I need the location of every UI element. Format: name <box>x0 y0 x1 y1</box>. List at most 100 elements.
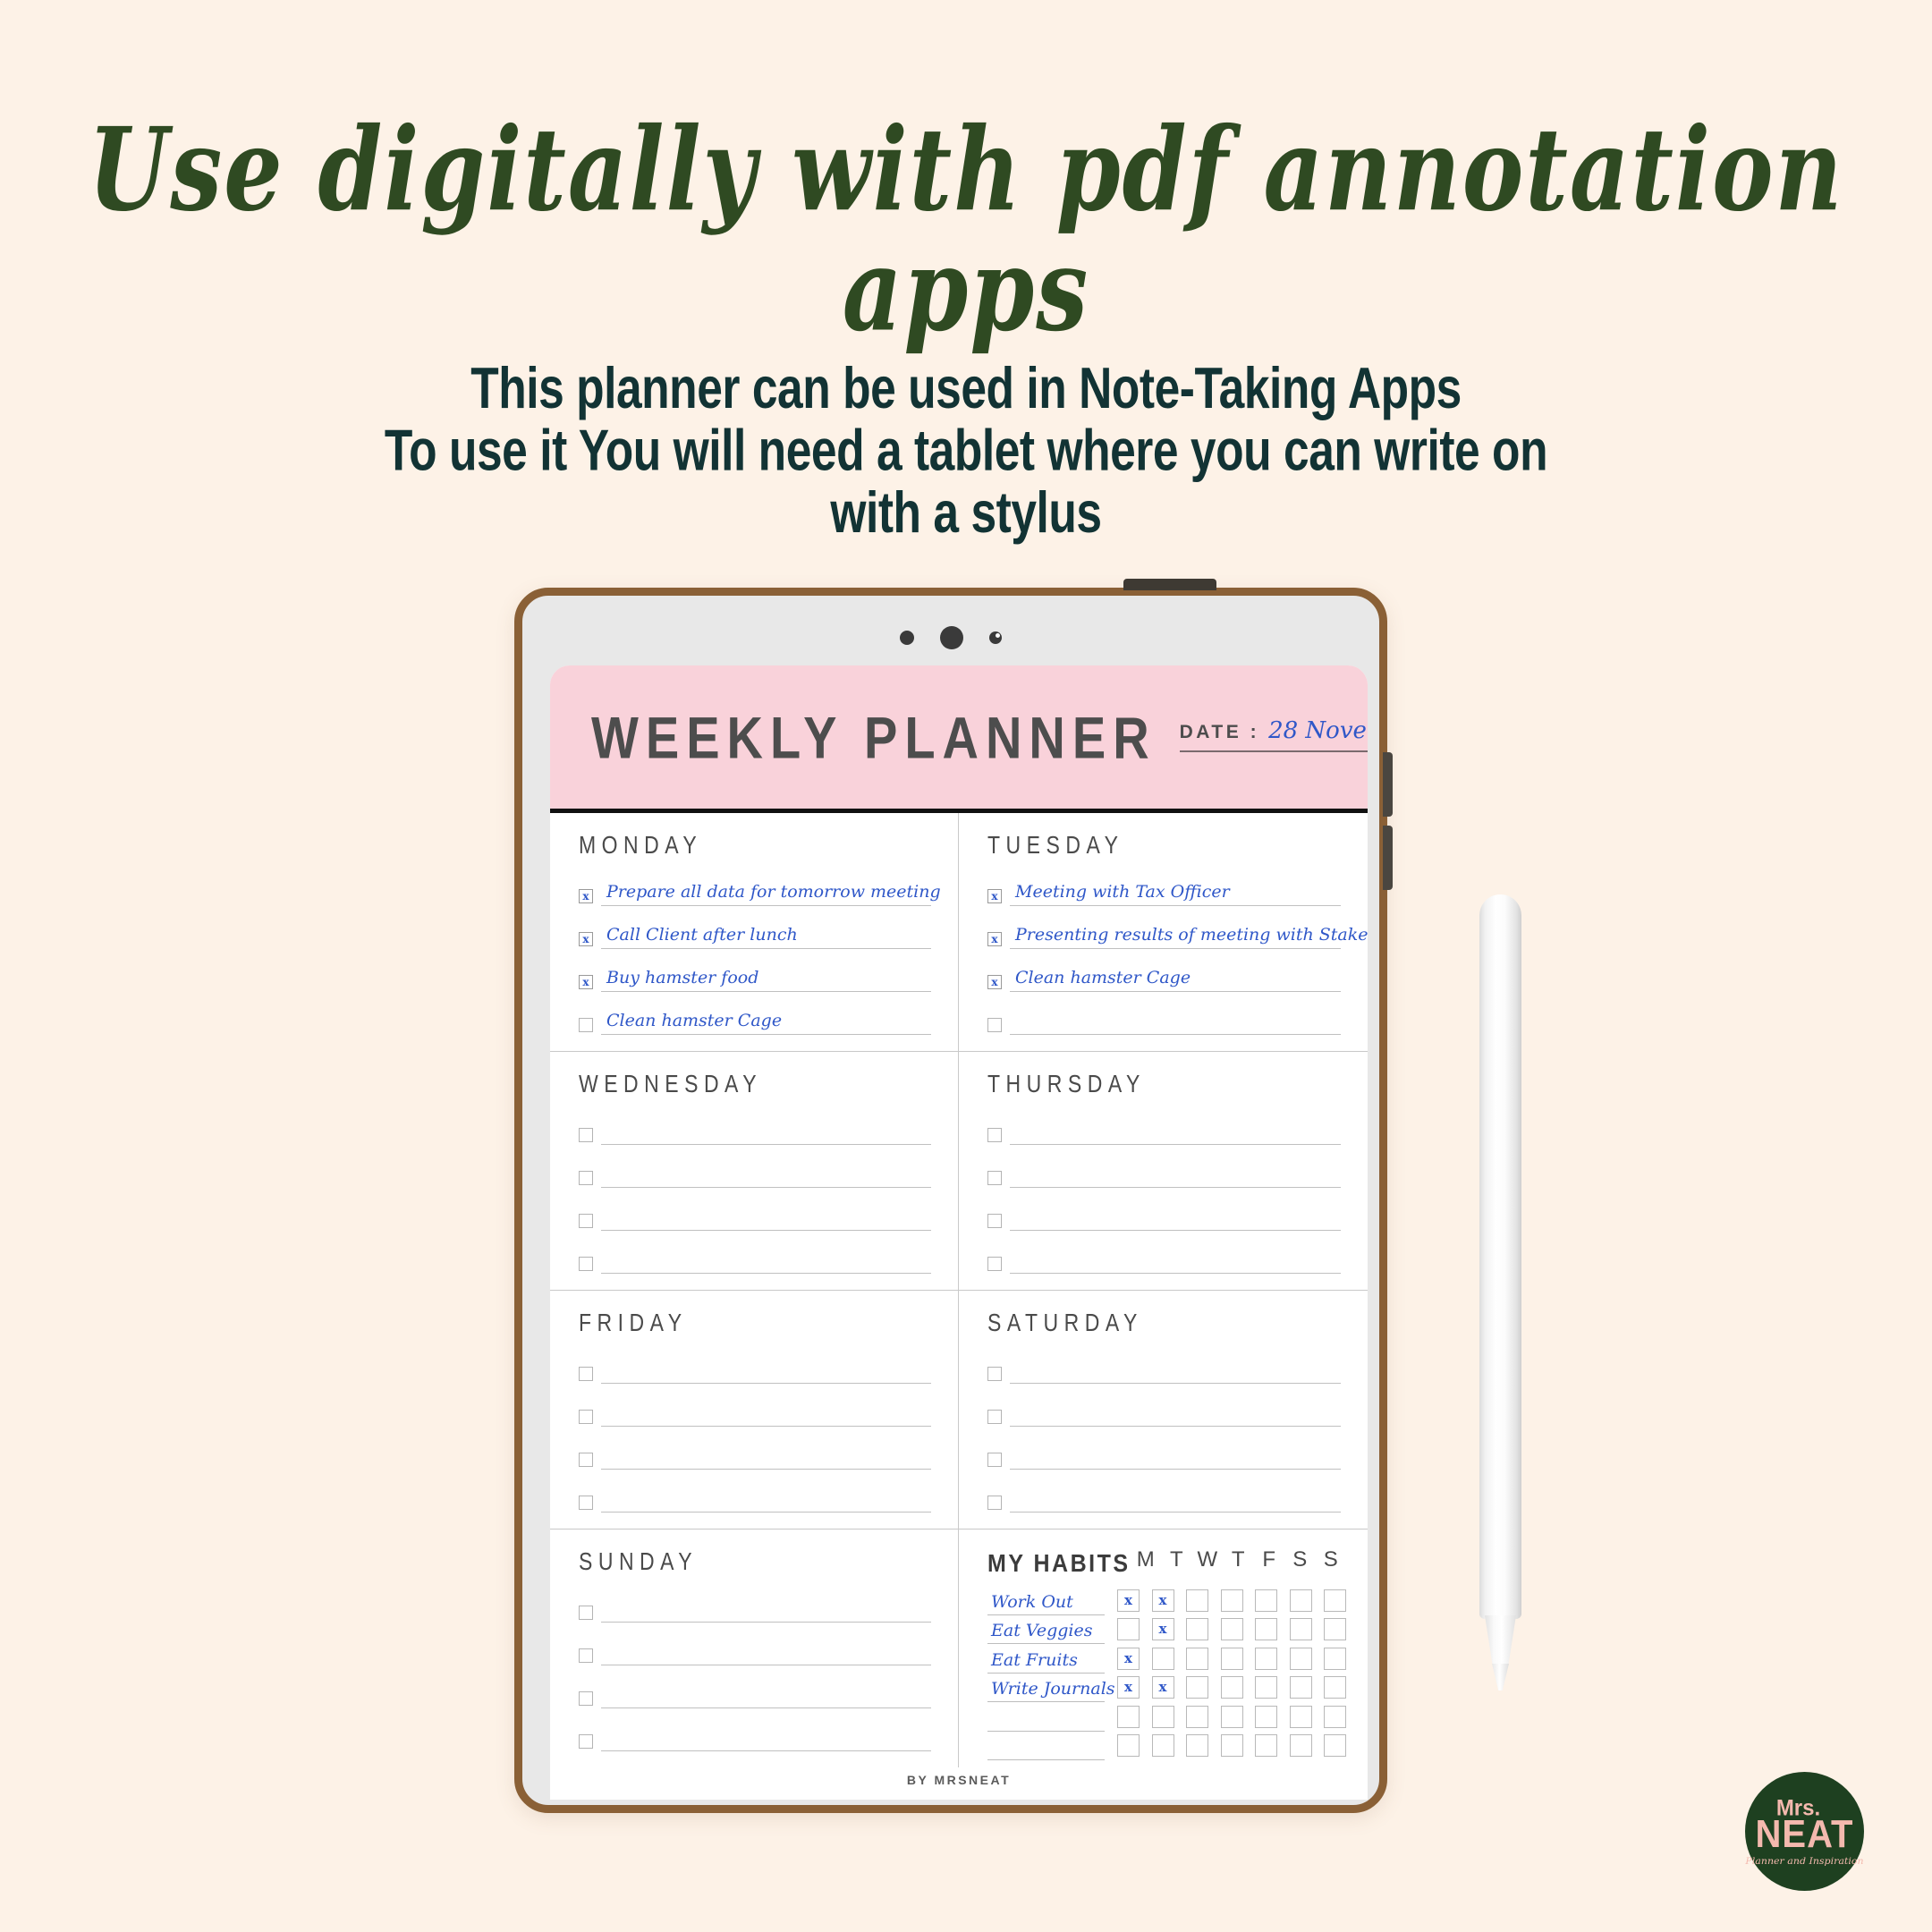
task-checkbox[interactable]: x <box>987 932 1002 946</box>
volume-up-button[interactable] <box>1383 752 1393 817</box>
task-checkbox[interactable] <box>987 1018 1002 1032</box>
habit-checkbox[interactable] <box>1220 1734 1243 1757</box>
habit-checkbox[interactable] <box>1220 1676 1243 1699</box>
task-item[interactable] <box>987 1391 1341 1427</box>
task-line[interactable] <box>601 1434 931 1470</box>
task-item[interactable] <box>579 1152 931 1188</box>
task-item[interactable]: x Buy hamster food <box>579 956 931 992</box>
task-line[interactable]: Presenting results of meeting with Stake… <box>1010 913 1368 949</box>
task-checkbox[interactable] <box>579 1128 593 1142</box>
task-item[interactable]: x Clean hamster Cage <box>987 956 1341 992</box>
habit-name-line[interactable]: Eat Veggies <box>987 1615 1105 1644</box>
habit-checkbox[interactable] <box>1186 1676 1208 1699</box>
habit-name-line[interactable]: Work Out <box>987 1586 1105 1615</box>
habit-checkbox[interactable] <box>1151 1647 1174 1670</box>
task-line[interactable] <box>601 1109 931 1145</box>
habit-checkbox[interactable] <box>1220 1647 1243 1670</box>
task-item[interactable] <box>579 1477 931 1513</box>
habit-checkbox[interactable] <box>1324 1676 1346 1699</box>
task-line[interactable] <box>601 1238 931 1274</box>
habit-checkbox[interactable] <box>1255 1734 1277 1757</box>
task-line[interactable] <box>601 1587 931 1623</box>
habit-checkbox[interactable] <box>1186 1589 1208 1612</box>
habit-checkbox[interactable] <box>1289 1734 1312 1757</box>
task-line[interactable] <box>601 1630 931 1665</box>
habit-checkbox[interactable] <box>1117 1705 1140 1728</box>
task-item[interactable] <box>579 1195 931 1231</box>
task-line[interactable] <box>601 1673 931 1708</box>
task-item[interactable] <box>579 1434 931 1470</box>
task-item[interactable] <box>579 1630 931 1665</box>
task-checkbox[interactable] <box>579 1018 593 1032</box>
task-line[interactable] <box>1010 1348 1341 1384</box>
task-checkbox[interactable] <box>579 1453 593 1467</box>
habit-name-line[interactable] <box>987 1702 1105 1732</box>
habit-checkbox[interactable] <box>1220 1589 1243 1612</box>
task-line[interactable] <box>1010 1195 1341 1231</box>
task-checkbox[interactable] <box>579 1606 593 1620</box>
task-line[interactable] <box>1010 1434 1341 1470</box>
task-checkbox[interactable] <box>987 1171 1002 1185</box>
habit-checkbox[interactable] <box>1255 1618 1277 1640</box>
habit-checkbox[interactable] <box>1186 1618 1208 1640</box>
task-checkbox[interactable]: x <box>987 975 1002 989</box>
habit-checkbox[interactable] <box>1289 1676 1312 1699</box>
habit-checkbox[interactable] <box>1255 1589 1277 1612</box>
habit-checkbox[interactable] <box>1289 1618 1312 1640</box>
habit-checkbox[interactable] <box>1324 1647 1346 1670</box>
task-checkbox[interactable] <box>579 1648 593 1663</box>
task-item[interactable] <box>579 1587 931 1623</box>
date-value[interactable]: 28 November 2022 <box>1268 717 1368 744</box>
task-line[interactable]: Call Client after lunch <box>601 913 931 949</box>
task-checkbox[interactable] <box>579 1496 593 1510</box>
task-line[interactable] <box>601 1477 931 1513</box>
task-item[interactable]: Clean hamster Cage <box>579 999 931 1035</box>
habit-checkbox[interactable] <box>1117 1618 1140 1640</box>
habit-checkbox[interactable] <box>1289 1647 1312 1670</box>
task-item[interactable] <box>579 1391 931 1427</box>
task-checkbox[interactable] <box>987 1496 1002 1510</box>
habit-checkbox[interactable] <box>1220 1705 1243 1728</box>
habit-checkbox[interactable] <box>1324 1705 1346 1728</box>
task-checkbox[interactable] <box>987 1453 1002 1467</box>
task-checkbox[interactable] <box>987 1214 1002 1228</box>
task-checkbox[interactable]: x <box>579 975 593 989</box>
habit-checkbox[interactable] <box>1324 1589 1346 1612</box>
task-line[interactable]: Clean hamster Cage <box>601 999 931 1035</box>
habit-checkbox[interactable]: x <box>1117 1647 1140 1670</box>
task-item[interactable] <box>579 1716 931 1751</box>
task-checkbox[interactable] <box>987 1410 1002 1424</box>
habit-checkbox[interactable] <box>1324 1734 1346 1757</box>
task-item[interactable]: x Call Client after lunch <box>579 913 931 949</box>
habit-checkbox[interactable]: x <box>1151 1589 1174 1612</box>
task-item[interactable] <box>987 1434 1341 1470</box>
task-line[interactable]: Prepare all data for tomorrow meeting <box>601 870 941 906</box>
task-checkbox[interactable] <box>987 1257 1002 1271</box>
task-checkbox[interactable]: x <box>579 932 593 946</box>
task-checkbox[interactable] <box>579 1257 593 1271</box>
task-item[interactable]: x Prepare all data for tomorrow meeting <box>579 870 941 906</box>
habit-name-line[interactable] <box>987 1732 1105 1760</box>
task-line[interactable]: Meeting with Tax Officer <box>1010 870 1341 906</box>
task-line[interactable] <box>601 1152 931 1188</box>
task-checkbox[interactable] <box>579 1691 593 1706</box>
task-item[interactable] <box>987 1152 1341 1188</box>
task-line[interactable] <box>601 1348 931 1384</box>
task-item[interactable]: x Meeting with Tax Officer <box>987 870 1341 906</box>
habit-name-line[interactable]: Eat Fruits <box>987 1644 1105 1674</box>
habit-checkbox[interactable] <box>1117 1734 1140 1757</box>
task-item[interactable] <box>579 1109 931 1145</box>
task-item[interactable] <box>579 1673 931 1708</box>
habit-checkbox[interactable] <box>1255 1647 1277 1670</box>
task-line[interactable] <box>1010 1238 1341 1274</box>
volume-down-button[interactable] <box>1383 826 1393 890</box>
task-line[interactable]: Clean hamster Cage <box>1010 956 1341 992</box>
habit-checkbox[interactable] <box>1186 1705 1208 1728</box>
task-checkbox[interactable]: x <box>987 889 1002 903</box>
task-line[interactable] <box>1010 999 1341 1035</box>
task-item[interactable] <box>579 1238 931 1274</box>
task-item[interactable] <box>579 1348 931 1384</box>
task-item[interactable] <box>987 999 1341 1035</box>
task-item[interactable] <box>987 1348 1341 1384</box>
habit-checkbox[interactable]: x <box>1117 1676 1140 1699</box>
